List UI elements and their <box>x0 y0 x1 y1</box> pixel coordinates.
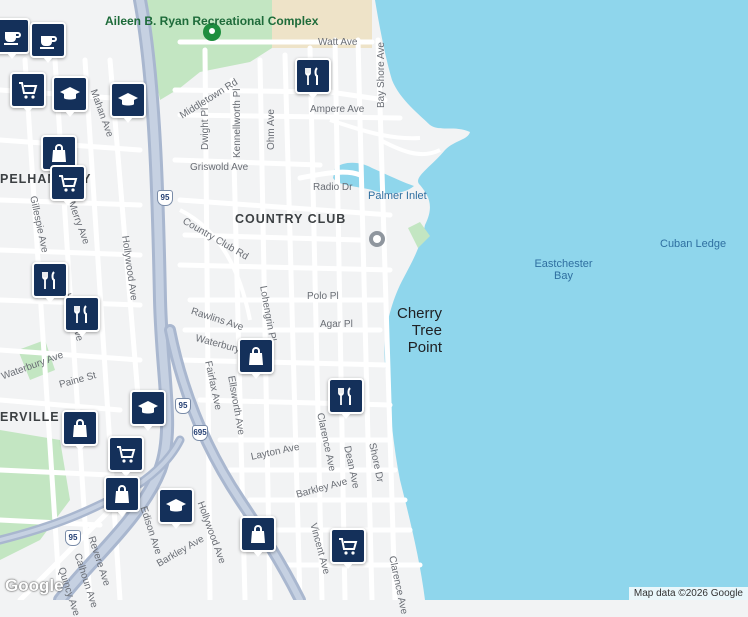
street-label: Bay Shore Ave <box>376 42 387 108</box>
poi-pin-school[interactable] <box>110 82 146 123</box>
street-label: Watt Ave <box>318 37 358 48</box>
street-label: Ohm Ave <box>266 109 277 150</box>
map-canvas[interactable]: 95 95 695 95 Aileen B. Ryan Recreational… <box>0 0 748 617</box>
poi-pin-shopping-cart[interactable] <box>108 436 144 477</box>
poi-pin-restaurant[interactable] <box>295 58 331 99</box>
poi-pin-shopping-bag[interactable] <box>104 476 140 517</box>
poi-pin-restaurant[interactable] <box>64 296 100 337</box>
street-label: Radio Dr <box>313 182 353 193</box>
shopping-cart-icon <box>117 446 136 463</box>
water-label-cuban-ledge: Cuban Ledge <box>660 238 727 250</box>
school-icon <box>138 401 158 414</box>
street-label: Agar Pl <box>320 319 353 330</box>
map-attribution[interactable]: Map data ©2026 Google <box>628 587 748 600</box>
neighborhood-label-sw: ERVILLE <box>0 410 60 424</box>
restaurant-icon <box>42 271 55 289</box>
restaurant-icon <box>338 387 351 405</box>
school-icon <box>118 93 138 106</box>
school-icon <box>60 87 80 100</box>
water-label-eastchester-bay: Eastchester Bay <box>534 258 593 282</box>
poi-pin-shopping-cart[interactable] <box>330 528 366 569</box>
place-label-cherry-tree-point: Cherry Tree Point <box>396 305 442 356</box>
i95-shield: 95 <box>157 190 173 206</box>
park-label[interactable]: Aileen B. Ryan Recreational Complex <box>105 14 318 28</box>
street-label: Griswold Ave <box>190 162 249 173</box>
street-label: Polo Pl <box>307 291 339 302</box>
poi-pin-shopping-bag[interactable] <box>238 338 274 379</box>
poi-pin-school[interactable] <box>158 488 194 529</box>
poi-pin-restaurant[interactable] <box>328 378 364 419</box>
shopping-bag-icon <box>249 347 263 365</box>
neighborhood-label: COUNTRY CLUB <box>235 212 347 226</box>
poi-pin-restaurant[interactable] <box>32 262 68 303</box>
poi-pin-school[interactable] <box>52 76 88 117</box>
shopping-bag-icon <box>52 144 66 162</box>
street-label: Kennellworth Pl <box>232 88 243 158</box>
i695-shield: 695 <box>192 425 208 441</box>
shopping-cart-icon <box>19 82 38 99</box>
cafe-icon <box>40 36 57 49</box>
restaurant-icon <box>74 305 87 323</box>
restaurant-icon <box>305 67 318 85</box>
poi-pin-shopping-cart[interactable] <box>50 165 86 206</box>
poi-pin-shopping-cart[interactable] <box>10 72 46 113</box>
poi-pin-school[interactable] <box>130 390 166 431</box>
street-label: Dwight Pl <box>200 107 211 150</box>
i95-shield: 95 <box>65 530 81 546</box>
shopping-bag-icon <box>73 419 87 437</box>
shopping-cart-icon <box>339 538 358 555</box>
shopping-cart-icon <box>59 175 78 192</box>
school-icon <box>166 499 186 512</box>
water-label-palmer-inlet: Palmer Inlet <box>368 190 427 202</box>
poi-pin-cafe[interactable] <box>0 18 30 59</box>
google-logo: Google <box>5 576 64 595</box>
poi-pin-shopping-bag[interactable] <box>62 410 98 451</box>
poi-pin-shopping-bag[interactable] <box>240 516 276 557</box>
cafe-icon <box>4 32 21 45</box>
shopping-bag-icon <box>115 485 129 503</box>
poi-pin-cafe[interactable] <box>30 22 66 63</box>
i95-shield: 95 <box>175 398 191 414</box>
water-eastchester-bay <box>375 0 748 600</box>
street-label: Ampere Ave <box>310 104 365 115</box>
shopping-bag-icon <box>251 525 265 543</box>
